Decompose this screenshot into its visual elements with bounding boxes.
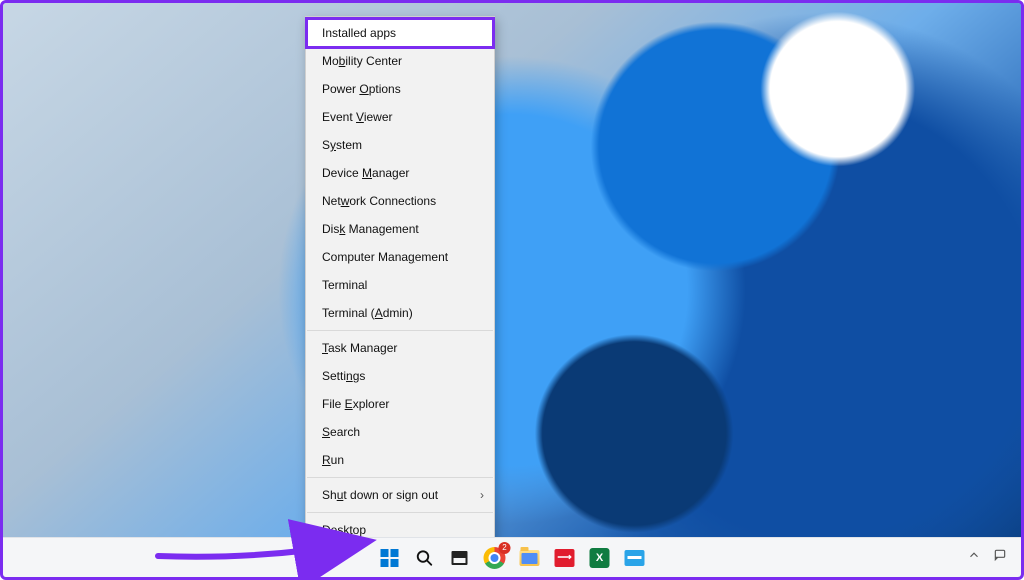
menu-item-computer-management[interactable]: Computer Management — [306, 243, 494, 271]
menu-separator — [307, 512, 493, 513]
menu-item-task-manager[interactable]: Task Manager — [306, 334, 494, 362]
notifications-button[interactable] — [993, 548, 1007, 567]
menu-item-search[interactable]: Search — [306, 418, 494, 446]
excel-icon — [590, 548, 610, 568]
menu-label: System — [322, 138, 362, 152]
search-button[interactable] — [412, 545, 438, 571]
task-view-button[interactable] — [447, 545, 473, 571]
menu-item-terminal-admin[interactable]: Terminal (Admin) — [306, 299, 494, 327]
taskbar-center: 2 ⟶ — [377, 545, 648, 571]
search-icon — [416, 549, 434, 567]
menu-item-run[interactable]: Run — [306, 446, 494, 474]
menu-label: Task Manager — [322, 341, 397, 355]
menu-item-terminal[interactable]: Terminal — [306, 271, 494, 299]
menu-item-installed-apps[interactable]: Installed apps — [305, 17, 495, 49]
taskbar-app-red[interactable]: ⟶ — [552, 545, 578, 571]
taskbar-app-chrome[interactable]: 2 — [482, 545, 508, 571]
taskbar-app-blue[interactable] — [622, 545, 648, 571]
menu-item-disk-management[interactable]: Disk Management — [306, 215, 494, 243]
menu-label: Disk Management — [322, 222, 419, 236]
chrome-badge-count: 2 — [499, 542, 511, 554]
folder-icon — [520, 550, 540, 566]
menu-item-system[interactable]: System — [306, 131, 494, 159]
menu-separator — [307, 330, 493, 331]
menu-label: Event Viewer — [322, 110, 393, 124]
menu-label: Search — [322, 425, 360, 439]
menu-label: Terminal — [322, 278, 367, 292]
menu-separator — [307, 477, 493, 478]
chevron-up-icon — [967, 548, 981, 562]
menu-label: Terminal (Admin) — [322, 306, 413, 320]
system-tray — [967, 548, 1007, 567]
menu-label: File Explorer — [322, 397, 389, 411]
blue-app-icon — [625, 550, 645, 566]
menu-item-network-connections[interactable]: Network Connections — [306, 187, 494, 215]
menu-label: Computer Management — [322, 250, 448, 264]
winx-context-menu: Installed apps Mobility Center Power Opt… — [305, 16, 495, 547]
red-app-icon: ⟶ — [555, 549, 575, 567]
menu-item-device-manager[interactable]: Device Manager — [306, 159, 494, 187]
menu-label: Network Connections — [322, 194, 436, 208]
menu-label: Run — [322, 453, 344, 467]
menu-item-file-explorer[interactable]: File Explorer — [306, 390, 494, 418]
menu-label: Shut down or sign out — [322, 488, 438, 502]
menu-label: Desktop — [322, 523, 366, 537]
tray-overflow-button[interactable] — [967, 548, 981, 567]
menu-item-mobility-center[interactable]: Mobility Center — [306, 47, 494, 75]
desktop-wallpaper — [3, 3, 1021, 577]
menu-item-power-options[interactable]: Power Options — [306, 75, 494, 103]
menu-label: Mobility Center — [322, 54, 402, 68]
start-button[interactable] — [377, 545, 403, 571]
menu-label: Power Options — [322, 82, 401, 96]
menu-item-event-viewer[interactable]: Event Viewer — [306, 103, 494, 131]
windows-logo-icon — [381, 549, 399, 567]
task-view-icon — [452, 551, 468, 565]
menu-item-shutdown[interactable]: Shut down or sign out — [306, 481, 494, 509]
menu-label: Device Manager — [322, 166, 409, 180]
menu-item-settings[interactable]: Settings — [306, 362, 494, 390]
taskbar: 2 ⟶ — [3, 537, 1021, 577]
menu-label: Installed apps — [322, 26, 396, 40]
taskbar-app-file-explorer[interactable] — [517, 545, 543, 571]
taskbar-app-excel[interactable] — [587, 545, 613, 571]
menu-label: Settings — [322, 369, 365, 383]
notification-icon — [993, 548, 1007, 562]
